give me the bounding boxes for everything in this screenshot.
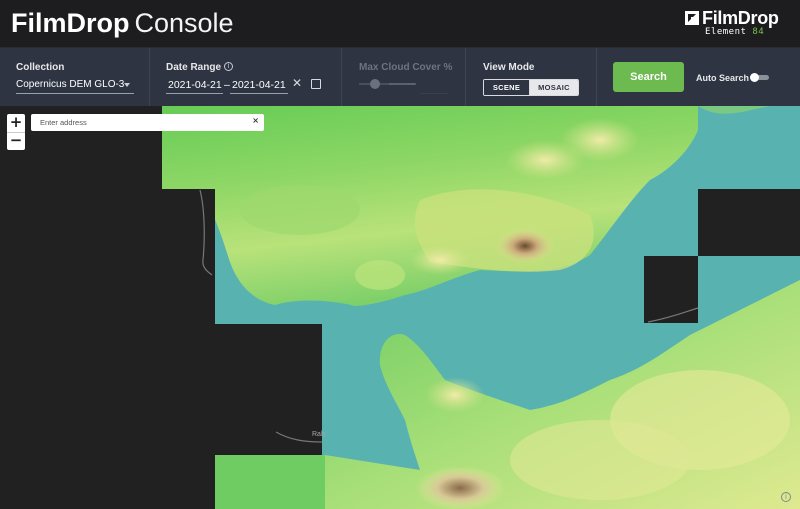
attribution-info-icon[interactable]: i [781,492,791,502]
date-end-underline [230,93,288,94]
search-button[interactable]: Search [613,62,684,92]
view-mode-scene-button[interactable]: SCENE [484,80,530,95]
brand-subtitle: Element 84 [705,27,764,37]
divider [149,48,150,106]
brand-logo: FilmDrop Element 84 [685,8,791,40]
toggle-knob[interactable] [750,73,759,82]
address-input[interactable] [40,114,240,131]
app-title-light: Console [134,8,234,38]
app-title-bold: FilmDrop [11,8,130,38]
filmdrop-console: FilmDrop Console FilmDrop Element 84 Coll… [0,0,800,509]
collection-value[interactable]: Copernicus DEM GLO-3 [16,79,124,90]
auto-search-label: Auto Search [696,73,750,83]
search-toolbar: Collection Copernicus DEM GLO-3 Date Ran… [0,48,800,106]
date-separator: – [224,79,230,91]
date-start-underline [166,93,223,94]
elevation-raster [0,106,800,509]
view-mode-label: View Mode [483,62,535,73]
auto-search-toggle[interactable] [750,73,769,82]
calendar-icon[interactable] [311,79,321,89]
zoom-control: + − [7,114,25,150]
collection-underline [16,93,134,94]
view-mode-toggle: SCENE MOSAIC [483,79,579,96]
zoom-in-button[interactable]: + [7,114,25,132]
date-start-input[interactable]: 2021-04-21 [168,79,222,91]
divider [596,48,597,106]
divider [341,48,342,106]
divider [465,48,466,106]
map-view[interactable]: Rab i [0,106,800,509]
app-title: FilmDrop Console [11,8,234,38]
zoom-out-button[interactable]: − [7,132,25,150]
clear-icon[interactable]: ✕ [292,77,302,89]
date-range-label: Date Range [166,62,222,73]
brand-sub-word: Element [705,27,747,37]
date-end-input[interactable]: 2021-04-21 [232,79,286,91]
address-search: × [31,114,264,131]
app-header: FilmDrop Console FilmDrop Element 84 [0,0,800,48]
collection-label: Collection [16,62,65,73]
brand-logo-icon [685,11,699,25]
brand-name: FilmDrop [702,8,779,28]
address-clear-button[interactable]: × [252,116,259,125]
brand-sub-number: 84 [752,27,765,37]
slider-thumb [370,79,380,89]
cloud-cover-label: Max Cloud Cover % [359,62,453,73]
view-mode-mosaic-button[interactable]: MOSAIC [530,80,578,95]
chevron-down-icon[interactable] [124,83,130,87]
slider-input-underline [420,93,448,94]
map-place-label: Rab [312,431,325,438]
info-icon[interactable]: i [224,62,233,71]
